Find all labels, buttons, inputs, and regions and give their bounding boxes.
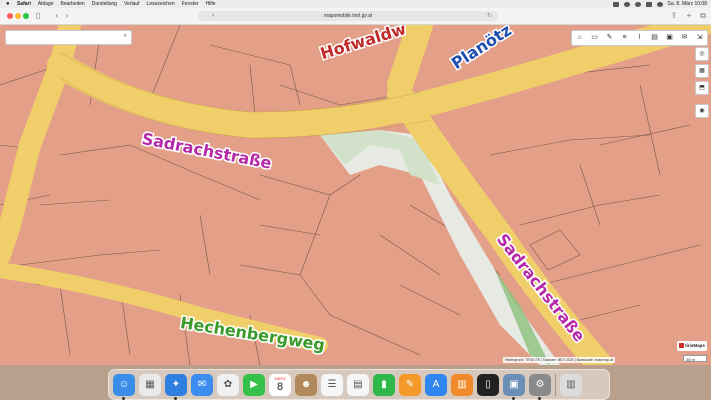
dock-finder-icon[interactable]: ☺: [113, 373, 135, 400]
dock-iphone-mirroring-icon[interactable]: ▯: [477, 373, 499, 396]
running-indicator: [122, 396, 125, 400]
running-indicator: [512, 396, 515, 400]
dock-glyph: ☺: [118, 379, 130, 390]
dock-glyph: ✦: [171, 379, 181, 390]
menu-darstellung[interactable]: Darstellung: [92, 1, 117, 7]
menu-hilfe[interactable]: Hilfe: [206, 1, 216, 7]
calendar-day: 8: [276, 381, 284, 393]
menu-extras: Sa. 8. März 10:08: [612, 0, 707, 8]
sidebar-toggle-icon[interactable]: ▯: [33, 11, 43, 21]
expand-tool-icon[interactable]: ⇲: [692, 31, 707, 45]
reload-icon[interactable]: ↻: [487, 11, 492, 21]
tiris-logo-icon: [679, 343, 685, 349]
dock-kontakte-icon[interactable]: ☻: [295, 373, 317, 396]
dock-glyph: ✎: [405, 379, 415, 390]
safari-toolbar: ▯ ‹ › ◐ mapsmobile.tirol.gv.at ↻ ⇪ + ⧉: [0, 8, 711, 25]
dock-glyph: ▥: [566, 379, 576, 390]
draw-tool-icon[interactable]: ✎: [602, 31, 617, 45]
measure-tool-icon[interactable]: ⌇: [632, 31, 647, 45]
dock-glyph: ☻: [300, 379, 312, 390]
dock-b-cher-icon[interactable]: ▥: [451, 373, 473, 396]
dock-notizen-icon[interactable]: ▤: [347, 373, 369, 396]
dock-erinnerungen-icon[interactable]: ☰: [321, 373, 343, 396]
map-view[interactable]: Sadrachstraße Hofwaldw Planötz Sadrachst…: [0, 25, 711, 365]
address-text: mapsmobile.tirol.gv.at: [323, 13, 373, 19]
dock-glyph: ☰: [327, 379, 337, 390]
basemap-icon[interactable]: ▦: [695, 64, 709, 78]
dock-glyph: ▯: [485, 379, 491, 390]
spotlight-icon[interactable]: [634, 1, 641, 7]
dock-launchpad-icon[interactable]: ▦: [139, 373, 161, 396]
dock-app-store-icon[interactable]: A: [425, 373, 447, 396]
dock-glyph: ▣: [509, 379, 519, 390]
dock-glyph: ✿: [223, 379, 233, 390]
privacy-shield-icon[interactable]: ◐: [212, 11, 216, 21]
menu-app-name[interactable]: Safari: [17, 1, 31, 7]
dock-mail-icon[interactable]: ✉: [191, 373, 213, 396]
back-button[interactable]: ‹: [53, 11, 61, 21]
menu-verlauf[interactable]: Verlauf: [124, 1, 140, 7]
brand-name: tirisMaps: [685, 343, 705, 348]
dock-separator: [555, 373, 556, 396]
map-toolbar: ⌂ ▭ ✎ ≡ ⌇ ▤ ▣ ✉ ⇲: [571, 30, 708, 46]
mail-tool-icon[interactable]: ✉: [677, 31, 692, 45]
compare-icon[interactable]: ⬒: [695, 81, 709, 95]
dock-glyph: ▦: [145, 379, 155, 390]
forward-button[interactable]: ›: [63, 11, 71, 21]
search-icon[interactable]: ⌕: [124, 33, 127, 40]
map-search-box: ⌕: [5, 30, 132, 45]
dock-numbers-icon[interactable]: ▮: [373, 373, 395, 396]
dock-glyph: ✉: [197, 379, 207, 390]
menu-fenster[interactable]: Fenster: [182, 1, 199, 7]
map-attribution: Hintergrund: TIRIS ÖK | Kataster: BEV 20…: [503, 357, 616, 363]
dock-glyph: A: [432, 379, 440, 390]
export-tool-icon[interactable]: ▣: [662, 31, 677, 45]
dock-facetime-icon[interactable]: ▶: [243, 373, 265, 396]
running-indicator: [174, 396, 177, 400]
address-bar[interactable]: ◐ mapsmobile.tirol.gv.at ↻: [198, 11, 498, 21]
minimize-window-button[interactable]: [15, 13, 21, 19]
dock-glyph: ▮: [381, 379, 387, 390]
new-tab-button[interactable]: +: [685, 11, 693, 21]
print-tool-icon[interactable]: ▭: [587, 31, 602, 45]
menu-lesezeichen[interactable]: Lesezeichen: [147, 1, 175, 7]
desktop-bottom: ☺ ▦ ✦ ✉ ✿ ▶ MÄRZ 8 ☻ ☰ ▤ ▮ ✎ A ▥ ▯ ▣ ⚙ ▥: [0, 365, 711, 400]
tirismaps-logo[interactable]: tirisMaps: [677, 341, 707, 351]
dock-papierkorb-icon[interactable]: ▥: [560, 373, 582, 396]
menu-clock[interactable]: Sa. 8. März 10:08: [668, 1, 707, 7]
map-side-toolbar: ◎ ▦ ⬒ ◉: [695, 47, 709, 118]
apple-menu-icon[interactable]: ●: [6, 1, 12, 7]
menu-ablage[interactable]: Ablage: [38, 1, 54, 7]
menu-bearbeiten[interactable]: Bearbeiten: [60, 1, 84, 7]
dock: ☺ ▦ ✦ ✉ ✿ ▶ MÄRZ 8 ☻ ☰ ▤ ▮ ✎ A ▥ ▯ ▣ ⚙ ▥: [108, 369, 610, 400]
locate-icon[interactable]: ◎: [695, 47, 709, 61]
map-search-input[interactable]: [9, 33, 114, 41]
dock-fotos-icon[interactable]: ✿: [217, 373, 239, 396]
dock-glyph: ⚙: [535, 379, 545, 390]
dock-glyph: ▤: [353, 379, 363, 390]
siri-icon[interactable]: [656, 1, 663, 7]
share-button[interactable]: ⇪: [670, 11, 678, 21]
running-indicator: [538, 396, 541, 400]
dock-systemeinstellungen-icon[interactable]: ⚙: [529, 373, 551, 400]
menu-bar: ● Safari Ablage Bearbeiten Darstellung V…: [0, 0, 711, 8]
control-center-icon[interactable]: [645, 1, 652, 7]
wifi-icon[interactable]: [623, 1, 630, 7]
dock-pages-icon[interactable]: ✎: [399, 373, 421, 396]
dock-glyph: ▥: [457, 379, 467, 390]
home-tool-icon[interactable]: ⌂: [572, 31, 587, 45]
legend-tool-icon[interactable]: ▤: [647, 31, 662, 45]
gps-icon[interactable]: ◉: [695, 104, 709, 118]
scale-bar: 25 m: [683, 355, 707, 362]
dock-vorschau-icon[interactable]: ▣: [503, 373, 525, 400]
dock-kalender-icon[interactable]: MÄRZ 8: [269, 373, 291, 396]
dock-glyph: ▶: [250, 379, 258, 390]
zoom-window-button[interactable]: [23, 13, 29, 19]
layers-tool-icon[interactable]: ≡: [617, 31, 632, 45]
close-window-button[interactable]: [7, 13, 13, 19]
dock-safari-icon[interactable]: ✦: [165, 373, 187, 400]
tab-overview-button[interactable]: ⧉: [699, 11, 707, 21]
battery-icon[interactable]: [612, 1, 619, 7]
map-canvas: [0, 25, 711, 365]
